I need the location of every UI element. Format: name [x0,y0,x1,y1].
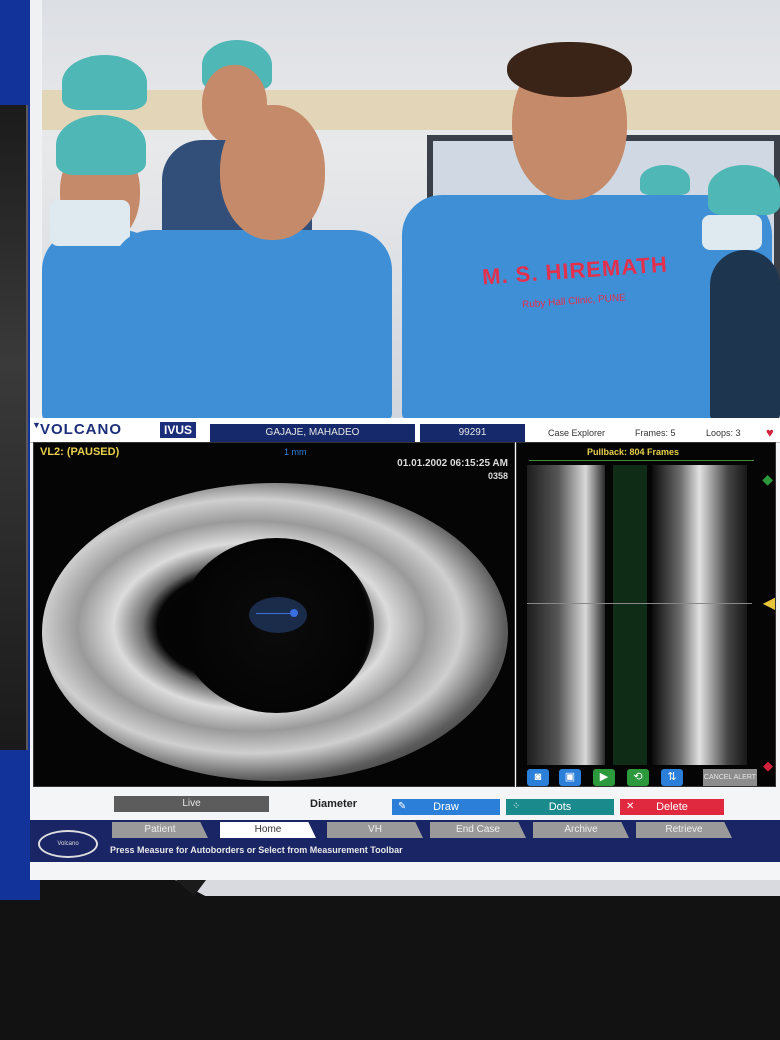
gown [112,230,392,418]
dots-icon: ⁘ [512,801,521,812]
draw-button[interactable]: ✎ Draw [392,799,500,815]
bottom-nav: Volcano Patient Home VH End Case Archive… [30,820,780,862]
status-hint: Press Measure for Autoborders or Select … [110,845,403,855]
surgical-cap [708,165,780,215]
top-bar: ▼ VOLCANO IVUS GAJAJE, MAHADEO 99291 Cas… [30,418,780,443]
monitor-stand [175,880,780,896]
long-view-strip [527,465,605,765]
volcano-logo: Volcano [38,830,98,858]
pencil-icon: ✎ [398,801,407,812]
eraser-icon: ✕ [626,801,635,812]
swap-icon[interactable]: ⇅ [661,769,683,786]
delete-button[interactable]: ✕ Delete [620,799,724,815]
tab-patient[interactable]: Patient [112,822,208,838]
bottom-strip [30,862,780,880]
dots-label: Dots [548,801,572,813]
measure-mode-label: Diameter [310,798,358,810]
dots-button[interactable]: ⁘ Dots [506,799,614,815]
loops-count: Loops: 3 [706,428,741,438]
catheter-center [290,609,298,617]
pointer-icon[interactable]: ◀ [763,593,775,613]
frames-count: Frames: 5 [635,428,676,438]
tab-end-case[interactable]: End Case [430,822,526,838]
pullback-label: Pullback: 804 Frames [587,447,680,457]
patient-id: 99291 [420,424,525,442]
surgical-cap [640,165,690,195]
tab-home[interactable]: Home [220,822,316,838]
screen: M. S. HIREMATH Ruby Hall Clinic, PUNE ▼ … [30,0,780,880]
video-feed: M. S. HIREMATH Ruby Hall Clinic, PUNE [42,0,780,418]
tab-retrieve[interactable]: Retrieve [636,822,732,838]
brand-product: IVUS [160,422,197,438]
surgical-cap [62,55,147,110]
long-view-center [613,465,647,765]
face-mask [50,200,130,246]
scroll-down-icon[interactable]: ◆ [763,758,773,774]
loop-icon[interactable]: ⟲ [627,769,649,786]
live-button[interactable]: Live [114,796,269,812]
gown [710,250,780,418]
patient-name: GAJAJE, MAHADEO [210,424,415,442]
side-monitor [0,105,28,750]
pullback-track [529,460,754,461]
cancel-alert-button[interactable]: CANCEL ALERT [703,769,757,786]
hair [507,42,632,97]
long-view-strip [652,465,747,765]
tab-vh[interactable]: VH [327,822,423,838]
longitudinal-view[interactable]: Pullback: 804 Frames ◆ ◀ ◆ ◙ ▣ ▶ ⟲ ⇅ CAN… [516,442,776,787]
cross-section-view[interactable]: VL2: (PAUSED) 1 mm 01.01.2002 06:15:25 A… [33,442,515,787]
draw-label: Draw [433,801,459,813]
snapshot-icon[interactable]: ▣ [559,769,581,786]
delete-label: Delete [656,801,688,813]
frame-marker-line[interactable] [527,603,752,604]
wall-band [42,90,780,130]
heart-icon: ♥ [766,425,774,440]
head [220,105,325,240]
case-explorer-link[interactable]: Case Explorer [548,428,605,438]
catheter-artifact [249,597,307,633]
view-status: VL2: (PAUSED) [40,446,120,458]
surgical-cap [56,115,146,175]
face-mask [702,215,762,250]
ivus-app: ▼ VOLCANO IVUS GAJAJE, MAHADEO 99291 Cas… [30,418,780,880]
brand-logo: VOLCANO [40,421,122,438]
frame-number: 0358 [487,471,508,481]
tab-archive[interactable]: Archive [533,822,629,838]
scroll-up-icon[interactable]: ◆ [762,471,773,488]
scale-badge: 1 mm [284,447,307,457]
timestamp: 01.01.2002 06:15:25 AM [397,458,508,469]
play-icon[interactable]: ▶ [593,769,615,786]
camera-icon[interactable]: ◙ [527,769,549,786]
